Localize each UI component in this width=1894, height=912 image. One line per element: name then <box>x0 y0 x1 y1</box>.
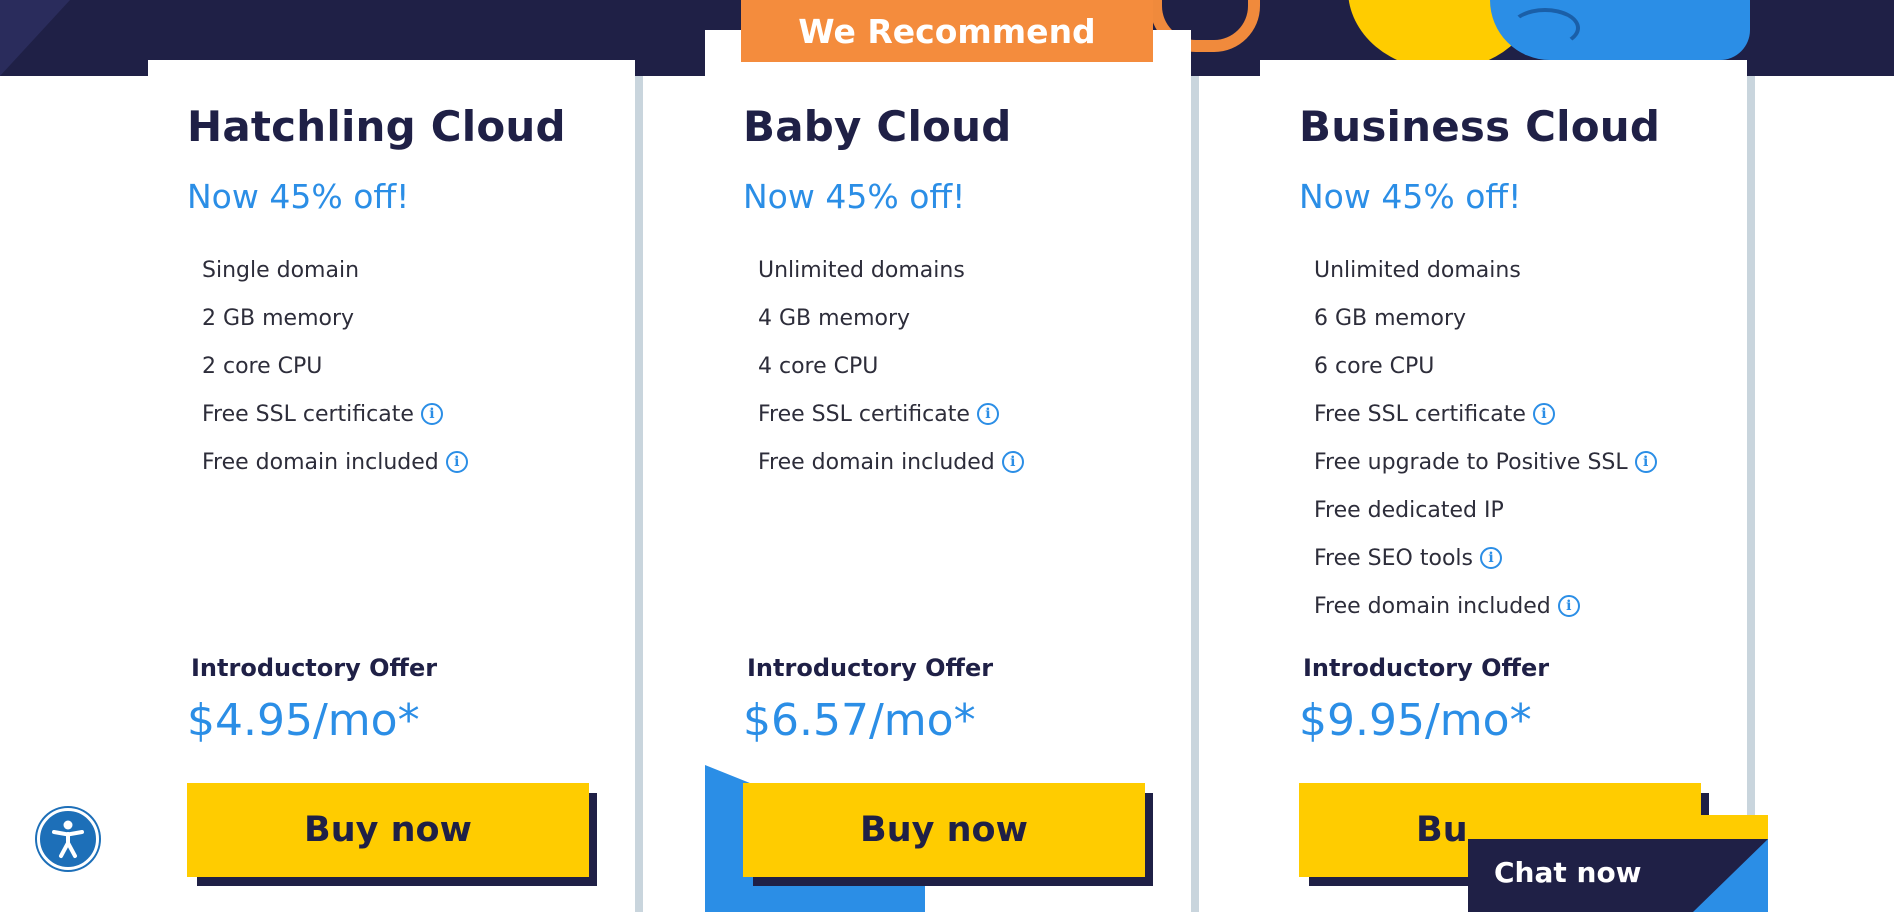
plan-card: Hatchling Cloud Now 45% off! Single domain… <box>187 60 667 912</box>
feature-list: Unlimited domains 6 GB memory 6 core CPU Fr… <box>1314 246 1657 630</box>
feature-item: 2 core CPU <box>202 342 468 390</box>
feature-label: Unlimited domains <box>1314 257 1521 283</box>
feature-item: Free dedicated IP <box>1314 486 1657 534</box>
feature-item: Unlimited domains <box>1314 246 1657 294</box>
chat-now-label: Chat now <box>1494 856 1642 889</box>
info-circle-icon[interactable]: i <box>976 403 999 425</box>
band-triangle <box>0 0 70 76</box>
feature-label: Free dedicated IP <box>1314 497 1504 523</box>
feature-item: 6 core CPU <box>1314 342 1657 390</box>
info-circle-icon[interactable]: i <box>1479 547 1502 569</box>
feature-item: 4 core CPU <box>758 342 1024 390</box>
chat-widget-accent <box>1468 815 1768 839</box>
info-circle-icon[interactable]: i <box>1001 451 1024 473</box>
feature-item: 2 GB memory <box>202 294 468 342</box>
buy-button-wrap: Buy now <box>187 783 597 886</box>
plan-discount: Now 45% off! <box>743 177 966 216</box>
feature-item: Free domain included i <box>202 438 468 486</box>
feature-label: Free SEO tools <box>1314 545 1473 571</box>
info-circle-icon[interactable]: i <box>420 403 443 425</box>
feature-label: 2 GB memory <box>202 305 355 331</box>
info-circle-icon[interactable]: i <box>1532 403 1555 425</box>
feature-label: 6 core CPU <box>1314 353 1435 379</box>
decorative-mascot-detail <box>1510 8 1580 48</box>
chat-now-widget[interactable]: Chat now <box>1468 815 1768 912</box>
info-circle-icon[interactable]: i <box>445 451 468 473</box>
accessibility-person-icon <box>52 820 84 858</box>
feature-item: Free SSL certificate i <box>202 390 468 438</box>
feature-label: Free SSL certificate <box>202 401 414 427</box>
feature-label: Free SSL certificate <box>758 401 970 427</box>
feature-label: Unlimited domains <box>758 257 965 283</box>
feature-item: 4 GB memory <box>758 294 1024 342</box>
feature-item: Unlimited domains <box>758 246 1024 294</box>
offer-label: Introductory Offer <box>1303 654 1550 682</box>
feature-label: Free domain included <box>202 449 439 475</box>
buy-button-wrap: Buy now <box>743 783 1153 886</box>
feature-label: 6 GB memory <box>1314 305 1467 331</box>
feature-item: 6 GB memory <box>1314 294 1657 342</box>
buy-now-button[interactable]: Buy now <box>187 783 589 877</box>
offer-label: Introductory Offer <box>747 654 994 682</box>
plan-price: $6.57/mo* <box>743 695 976 746</box>
plan-name: Hatchling Cloud <box>187 102 566 151</box>
plan-name: Baby Cloud <box>743 102 1012 151</box>
feature-item: Free SSL certificate i <box>1314 390 1657 438</box>
chat-widget-triangle <box>1693 839 1768 912</box>
feature-label: 4 GB memory <box>758 305 911 331</box>
feature-list: Single domain 2 GB memory 2 core CPU Free S… <box>202 246 468 486</box>
plan-card: Business Cloud Now 45% off! Unlimited doma… <box>1299 60 1779 912</box>
feature-item: Free SSL certificate i <box>758 390 1024 438</box>
feature-label: Single domain <box>202 257 360 283</box>
plan-price: $4.95/mo* <box>187 695 420 746</box>
feature-list: Unlimited domains 4 GB memory 4 core CPU Fr… <box>758 246 1024 486</box>
plan-name: Business Cloud <box>1299 102 1661 151</box>
plan-discount: Now 45% off! <box>1299 177 1522 216</box>
accessibility-button[interactable] <box>37 808 99 870</box>
feature-label: Free SSL certificate <box>1314 401 1526 427</box>
buy-now-button[interactable]: Buy now <box>743 783 1145 877</box>
feature-item: Free domain included i <box>758 438 1024 486</box>
feature-label: Free domain included <box>758 449 995 475</box>
chat-widget-body: Chat now <box>1468 839 1768 912</box>
feature-label: Free domain included <box>1314 593 1551 619</box>
feature-item: Single domain <box>202 246 468 294</box>
plan-card: Baby Cloud Now 45% off! Unlimited domains 4… <box>743 60 1223 912</box>
offer-label: Introductory Offer <box>191 654 438 682</box>
feature-label: Free upgrade to Positive SSL <box>1314 449 1628 475</box>
feature-item: Free upgrade to Positive SSL i <box>1314 438 1657 486</box>
plan-price: $9.95/mo* <box>1299 695 1532 746</box>
feature-label: 4 core CPU <box>758 353 879 379</box>
plan-discount: Now 45% off! <box>187 177 410 216</box>
recommend-tag: We Recommend <box>741 0 1153 62</box>
info-circle-icon[interactable]: i <box>1634 451 1657 473</box>
feature-item: Free SEO tools i <box>1314 534 1657 582</box>
info-circle-icon[interactable]: i <box>1557 595 1580 617</box>
feature-label: 2 core CPU <box>202 353 323 379</box>
feature-item: Free domain included i <box>1314 582 1657 630</box>
